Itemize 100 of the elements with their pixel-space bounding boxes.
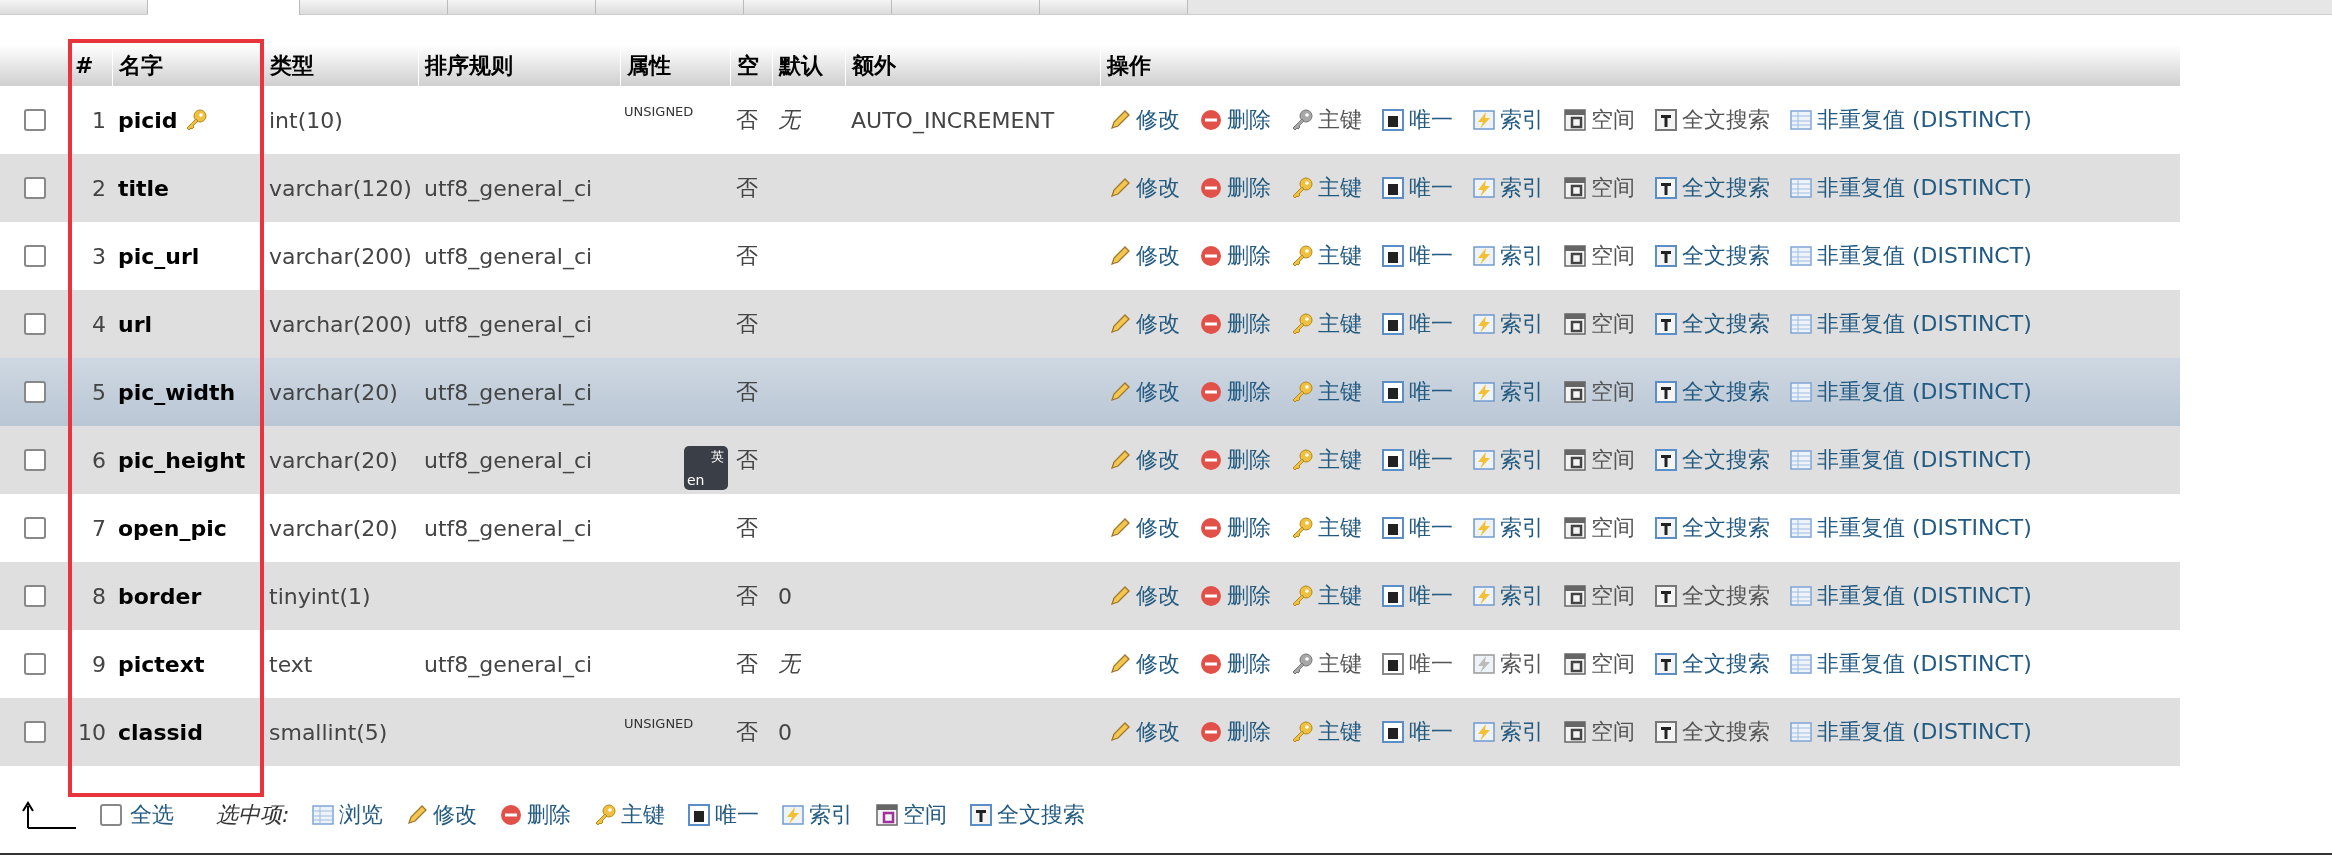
bulk-action-link[interactable]: 主键 bbox=[593, 800, 666, 830]
select-all-checkbox[interactable] bbox=[100, 804, 122, 826]
table-block-icon bbox=[1563, 584, 1587, 608]
bulk-action-link[interactable]: 唯一 bbox=[687, 800, 760, 830]
type-cell-text: varchar(20) bbox=[268, 446, 399, 475]
row-number: 2 bbox=[91, 174, 107, 203]
action-link[interactable]: 唯一 bbox=[1381, 581, 1453, 611]
action-link[interactable]: 唯一 bbox=[1381, 377, 1453, 407]
bulk-action-link[interactable]: 空间 bbox=[875, 800, 948, 830]
action-link[interactable]: 修改 bbox=[1108, 445, 1180, 475]
table-lightning-icon bbox=[1472, 108, 1496, 132]
action-link[interactable]: 修改 bbox=[1108, 173, 1180, 203]
action-link[interactable]: 非重复值 (DISTINCT) bbox=[1789, 377, 2032, 407]
action-link[interactable]: 主键 bbox=[1290, 173, 1362, 203]
action-link[interactable]: 非重复值 (DISTINCT) bbox=[1789, 173, 2032, 203]
action-link[interactable]: 主键 bbox=[1290, 309, 1362, 339]
row-checkbox[interactable] bbox=[24, 653, 46, 675]
row-checkbox[interactable] bbox=[24, 313, 46, 335]
action-link[interactable]: 删除 bbox=[1199, 649, 1271, 679]
action-link[interactable]: 索引 bbox=[1472, 445, 1544, 475]
row-checkbox[interactable] bbox=[24, 517, 46, 539]
action-link[interactable]: 索引 bbox=[1472, 513, 1544, 543]
key-icon bbox=[1290, 720, 1314, 744]
row-checkbox[interactable] bbox=[24, 109, 46, 131]
null-cell-text: 否 bbox=[735, 106, 759, 134]
type-cell-text: varchar(200) bbox=[268, 310, 413, 339]
bulk-action-link[interactable]: 删除 bbox=[499, 800, 572, 830]
action-link[interactable]: 删除 bbox=[1199, 513, 1271, 543]
action-link[interactable]: 全文搜索 bbox=[1654, 241, 1770, 271]
row-number: 6 bbox=[91, 446, 107, 475]
action-link[interactable]: 唯一 bbox=[1381, 445, 1453, 475]
pencil-icon bbox=[1108, 176, 1132, 200]
action-link[interactable]: 主键 bbox=[1290, 581, 1362, 611]
action-link[interactable]: 索引 bbox=[1472, 173, 1544, 203]
action-link[interactable]: 主键 bbox=[1290, 717, 1362, 747]
action-link[interactable]: 全文搜索 bbox=[1654, 513, 1770, 543]
table-icon bbox=[1789, 516, 1813, 540]
action-link[interactable]: 主键 bbox=[1290, 445, 1362, 475]
action-link[interactable]: 修改 bbox=[1108, 649, 1180, 679]
row-checkbox[interactable] bbox=[24, 449, 46, 471]
action-link[interactable]: 全文搜索 bbox=[1654, 377, 1770, 407]
action-link[interactable]: 唯一 bbox=[1381, 309, 1453, 339]
action-link[interactable]: 主键 bbox=[1290, 513, 1362, 543]
action-link[interactable]: 全文搜索 bbox=[1654, 309, 1770, 339]
action-link[interactable]: 唯一 bbox=[1381, 173, 1453, 203]
action-link[interactable]: 非重复值 (DISTINCT) bbox=[1789, 445, 2032, 475]
action-link[interactable]: 唯一 bbox=[1381, 105, 1453, 135]
minus-circle-icon bbox=[1199, 720, 1223, 744]
action-link[interactable]: 修改 bbox=[1108, 105, 1180, 135]
row-checkbox[interactable] bbox=[24, 381, 46, 403]
action-link[interactable]: 主键 bbox=[1290, 377, 1362, 407]
table-lightning-icon bbox=[1472, 720, 1496, 744]
action-link[interactable]: 索引 bbox=[1472, 377, 1544, 407]
type-cell-text: varchar(120) bbox=[268, 174, 413, 203]
action-link[interactable]: 非重复值 (DISTINCT) bbox=[1789, 105, 2032, 135]
row-checkbox[interactable] bbox=[24, 721, 46, 743]
action-link[interactable]: 唯一 bbox=[1381, 717, 1453, 747]
action-link[interactable]: 删除 bbox=[1199, 241, 1271, 271]
bulk-action-link[interactable]: 修改 bbox=[405, 800, 478, 830]
action-link[interactable]: 非重复值 (DISTINCT) bbox=[1789, 513, 2032, 543]
action-link[interactable]: 唯一 bbox=[1381, 241, 1453, 271]
action-link[interactable]: 删除 bbox=[1199, 445, 1271, 475]
action-link[interactable]: 删除 bbox=[1199, 173, 1271, 203]
row-checkbox[interactable] bbox=[24, 245, 46, 267]
select-all-label[interactable]: 全选 bbox=[130, 800, 174, 830]
action-link[interactable]: 全文搜索 bbox=[1654, 445, 1770, 475]
action-link[interactable]: 修改 bbox=[1108, 581, 1180, 611]
table-icon bbox=[1789, 380, 1813, 404]
bulk-action-link[interactable]: 全文搜索 bbox=[969, 800, 1086, 830]
action-link[interactable]: 非重复值 (DISTINCT) bbox=[1789, 309, 2032, 339]
action-link[interactable]: 修改 bbox=[1108, 717, 1180, 747]
action-link[interactable]: 修改 bbox=[1108, 241, 1180, 271]
bulk-action-link[interactable]: 索引 bbox=[781, 800, 854, 830]
action-link[interactable]: 删除 bbox=[1199, 717, 1271, 747]
row-checkbox[interactable] bbox=[24, 177, 46, 199]
row-checkbox[interactable] bbox=[24, 585, 46, 607]
action-link[interactable]: 修改 bbox=[1108, 309, 1180, 339]
action-link[interactable]: 索引 bbox=[1472, 717, 1544, 747]
translate-widget[interactable]: 英 en bbox=[684, 446, 728, 490]
bulk-action-link[interactable]: 浏览 bbox=[311, 800, 384, 830]
action-link[interactable]: 修改 bbox=[1108, 377, 1180, 407]
action-link[interactable]: 非重复值 (DISTINCT) bbox=[1789, 717, 2032, 747]
action-link[interactable]: 非重复值 (DISTINCT) bbox=[1789, 649, 2032, 679]
action-link[interactable]: 修改 bbox=[1108, 513, 1180, 543]
action-link[interactable]: 删除 bbox=[1199, 309, 1271, 339]
action-link[interactable]: 全文搜索 bbox=[1654, 649, 1770, 679]
action-link[interactable]: 索引 bbox=[1472, 241, 1544, 271]
action-link[interactable]: 删除 bbox=[1199, 105, 1271, 135]
action-link[interactable]: 删除 bbox=[1199, 377, 1271, 407]
action-link[interactable]: 主键 bbox=[1290, 241, 1362, 271]
action-link[interactable]: 全文搜索 bbox=[1654, 173, 1770, 203]
table-block-icon bbox=[1563, 516, 1587, 540]
action-link[interactable]: 非重复值 (DISTINCT) bbox=[1789, 581, 2032, 611]
action-link[interactable]: 索引 bbox=[1472, 581, 1544, 611]
action-link[interactable]: 索引 bbox=[1472, 309, 1544, 339]
table-block-icon bbox=[1381, 516, 1405, 540]
action-link[interactable]: 索引 bbox=[1472, 105, 1544, 135]
action-link[interactable]: 非重复值 (DISTINCT) bbox=[1789, 241, 2032, 271]
action-link[interactable]: 唯一 bbox=[1381, 513, 1453, 543]
action-link[interactable]: 删除 bbox=[1199, 581, 1271, 611]
